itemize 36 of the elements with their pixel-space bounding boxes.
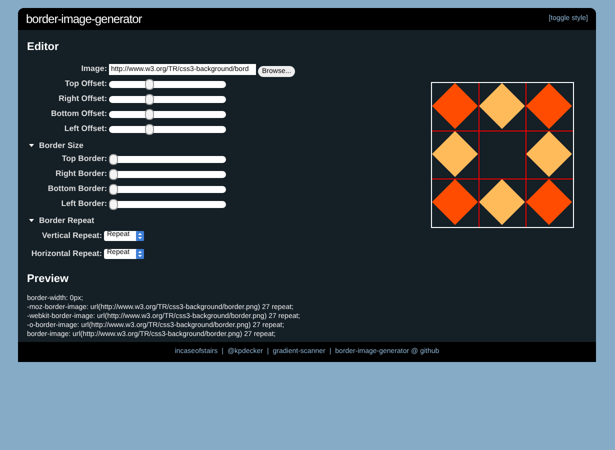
collapse-triangle-icon[interactable] bbox=[29, 143, 34, 148]
field-label: Right Border: bbox=[54, 168, 108, 180]
slider-thumb[interactable] bbox=[109, 168, 118, 180]
select-arrows-icon bbox=[136, 230, 144, 240]
app-title: border-image-generator bbox=[26, 11, 142, 28]
slider-thumb[interactable] bbox=[144, 108, 154, 120]
field-label: Right Offset: bbox=[58, 93, 108, 105]
slider-track[interactable] bbox=[109, 186, 226, 192]
field-label: Left Offset: bbox=[63, 123, 108, 135]
section-heading: Editor bbox=[27, 40, 60, 55]
field-label: Top Border: bbox=[60, 153, 108, 165]
select-arrows-icon bbox=[136, 248, 144, 258]
slider-thumb[interactable] bbox=[109, 184, 118, 194]
field-label: Image: bbox=[80, 63, 108, 75]
slider-track[interactable] bbox=[109, 200, 226, 208]
field-label: Left Border: bbox=[60, 198, 108, 210]
collapse-triangle-icon[interactable] bbox=[29, 218, 34, 223]
section-heading: Preview bbox=[27, 272, 70, 286]
slider-thumb[interactable] bbox=[144, 124, 154, 134]
field-label: Vertical Repeat: bbox=[40, 230, 103, 242]
slider-track[interactable] bbox=[109, 80, 226, 88]
slider-thumb[interactable] bbox=[109, 198, 118, 210]
slider-track[interactable] bbox=[109, 126, 226, 132]
field-label: Horizontal Repeat: bbox=[30, 248, 103, 260]
slider-thumb[interactable] bbox=[109, 154, 118, 164]
slider-track[interactable] bbox=[109, 110, 226, 118]
field-label: Bottom Offset: bbox=[50, 108, 108, 120]
slider-thumb[interactable] bbox=[144, 78, 154, 90]
field-label: Top Offset: bbox=[64, 78, 108, 90]
slider-track[interactable] bbox=[109, 96, 226, 102]
slider-thumb[interactable] bbox=[144, 94, 154, 104]
field-label: Bottom Border: bbox=[46, 183, 108, 195]
section-title[interactable]: Border Size bbox=[39, 140, 84, 152]
slider-track[interactable] bbox=[109, 156, 226, 162]
slider-track[interactable] bbox=[109, 170, 226, 178]
section-title[interactable]: Border Repeat bbox=[39, 214, 94, 226]
